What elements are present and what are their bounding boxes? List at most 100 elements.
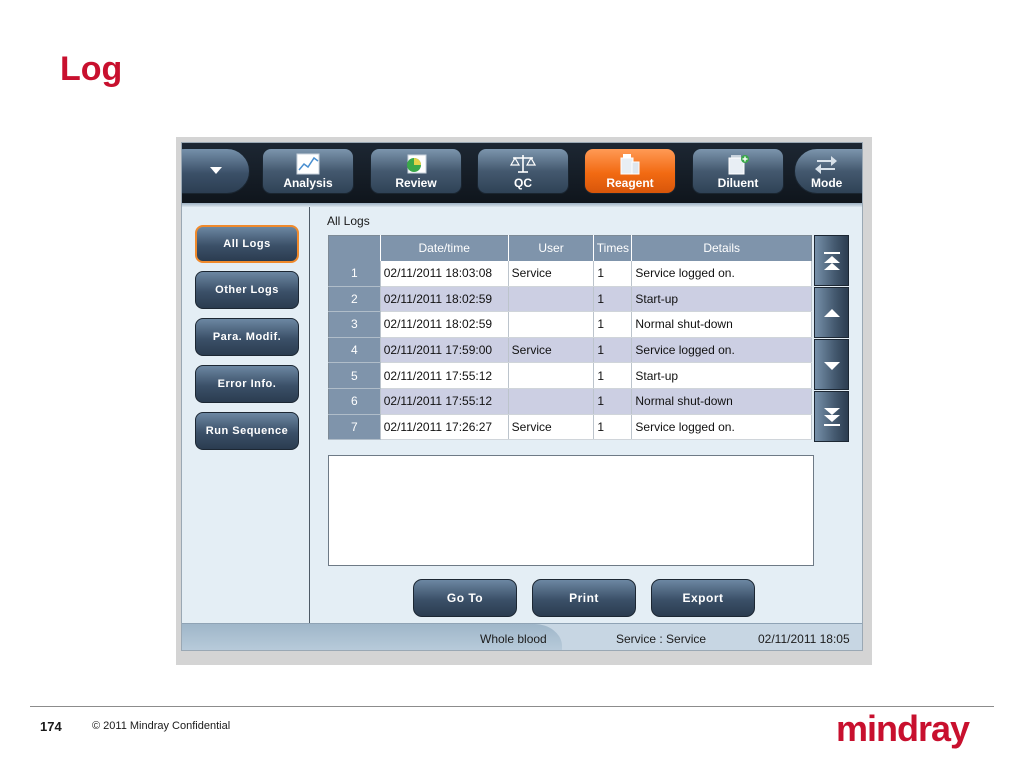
row-number: 5 bbox=[328, 362, 381, 389]
slide-title: Log bbox=[60, 50, 123, 88]
table-row[interactable]: 5 02/11/2011 17:55:12 1 Start-up bbox=[328, 362, 812, 389]
row-user: Service bbox=[508, 414, 595, 441]
scroll-last-button[interactable] bbox=[814, 391, 849, 442]
copyright-text: © 2011 Mindray Confidential bbox=[92, 720, 231, 732]
row-datetime: 02/11/2011 18:02:59 bbox=[380, 286, 509, 313]
status-mode: Whole blood bbox=[480, 632, 547, 646]
tab-diluent-label: Diluent bbox=[717, 176, 759, 190]
log-detail-panel bbox=[328, 455, 814, 566]
row-details: Service logged on. bbox=[631, 414, 812, 441]
chart-icon bbox=[296, 153, 320, 175]
row-number: 2 bbox=[328, 286, 381, 313]
row-number: 7 bbox=[328, 414, 381, 441]
status-bar: Whole blood Service : Service 02/11/2011… bbox=[182, 623, 862, 650]
sidebar-item-all-logs[interactable]: All Logs bbox=[195, 225, 299, 263]
column-header-user: User bbox=[508, 235, 595, 261]
page-down-icon bbox=[824, 362, 840, 370]
column-header-details: Details bbox=[631, 235, 812, 261]
row-details: Start-up bbox=[631, 286, 812, 313]
review-icon bbox=[407, 154, 427, 174]
reagent-icon bbox=[620, 154, 640, 175]
row-details: Normal shut-down bbox=[631, 388, 812, 415]
row-user bbox=[508, 362, 595, 389]
analyzer-screen: Analysis Review QC Reagent Diluent Mode … bbox=[181, 142, 863, 651]
row-user: Service bbox=[508, 337, 595, 364]
print-button[interactable]: Print bbox=[532, 579, 636, 617]
slide: Log Analysis Review QC Reagent Diluent M… bbox=[0, 0, 1024, 767]
tab-analysis-label: Analysis bbox=[283, 176, 333, 190]
scroll-down-button[interactable] bbox=[814, 339, 849, 390]
sidebar-item-error-info[interactable]: Error Info. bbox=[195, 365, 299, 403]
log-table: Date/time User Times Details 1 02/11/201… bbox=[328, 235, 812, 441]
row-details: Service logged on. bbox=[631, 260, 812, 287]
table-row[interactable]: 1 02/11/2011 18:03:08 Service 1 Service … bbox=[328, 260, 812, 287]
row-datetime: 02/11/2011 17:26:27 bbox=[380, 414, 509, 441]
row-details: Service logged on. bbox=[631, 337, 812, 364]
tab-review-label: Review bbox=[395, 176, 437, 190]
row-datetime: 02/11/2011 18:02:59 bbox=[380, 311, 509, 338]
row-user bbox=[508, 311, 595, 338]
table-row[interactable]: 2 02/11/2011 18:02:59 1 Start-up bbox=[328, 286, 812, 313]
tab-analysis[interactable]: Analysis bbox=[262, 148, 354, 194]
tab-reagent-label: Reagent bbox=[606, 176, 654, 190]
row-datetime: 02/11/2011 18:03:08 bbox=[380, 260, 509, 287]
table-row[interactable]: 4 02/11/2011 17:59:00 Service 1 Service … bbox=[328, 337, 812, 364]
row-times: 1 bbox=[593, 286, 633, 313]
column-header-times: Times bbox=[593, 235, 633, 261]
status-user: Service : Service bbox=[616, 632, 707, 646]
row-user bbox=[508, 286, 595, 313]
table-row[interactable]: 3 02/11/2011 18:02:59 1 Normal shut-down bbox=[328, 311, 812, 338]
row-times: 1 bbox=[593, 311, 633, 338]
table-row[interactable]: 6 02/11/2011 17:55:12 1 Normal shut-down bbox=[328, 388, 812, 415]
row-user bbox=[508, 388, 595, 415]
tab-qc[interactable]: QC bbox=[477, 148, 569, 194]
page-up-icon bbox=[824, 309, 840, 317]
row-user: Service bbox=[508, 260, 595, 287]
row-times: 1 bbox=[593, 414, 633, 441]
row-number: 4 bbox=[328, 337, 381, 364]
goto-button[interactable]: Go To bbox=[413, 579, 517, 617]
column-header-datetime: Date/time bbox=[380, 235, 509, 261]
row-times: 1 bbox=[593, 388, 633, 415]
scroll-first-button[interactable] bbox=[814, 235, 849, 286]
sidebar-item-other-logs[interactable]: Other Logs bbox=[195, 271, 299, 309]
footer-divider bbox=[30, 706, 994, 707]
row-number: 1 bbox=[328, 260, 381, 287]
menu-dropdown-button[interactable] bbox=[182, 148, 250, 194]
row-times: 1 bbox=[593, 260, 633, 287]
table-header-row: Date/time User Times Details bbox=[328, 235, 812, 261]
row-details: Start-up bbox=[631, 362, 812, 389]
diluent-icon bbox=[728, 155, 749, 175]
section-title: All Logs bbox=[327, 214, 370, 228]
table-scroll-controls bbox=[814, 235, 849, 443]
log-category-sidebar: All Logs Other Logs Para. Modif. Error I… bbox=[182, 207, 310, 623]
last-page-icon bbox=[824, 408, 840, 426]
sidebar-item-run-sequence[interactable]: Run Sequence bbox=[195, 412, 299, 450]
row-times: 1 bbox=[593, 362, 633, 389]
first-page-icon bbox=[824, 252, 840, 270]
scroll-up-button[interactable] bbox=[814, 287, 849, 338]
row-details: Normal shut-down bbox=[631, 311, 812, 338]
row-number: 6 bbox=[328, 388, 381, 415]
tab-reagent[interactable]: Reagent bbox=[584, 148, 676, 194]
tab-mode-label: Mode bbox=[811, 176, 843, 190]
row-datetime: 02/11/2011 17:55:12 bbox=[380, 362, 509, 389]
page-number: 174 bbox=[40, 719, 62, 734]
tab-mode[interactable]: Mode bbox=[794, 148, 862, 194]
export-button[interactable]: Export bbox=[651, 579, 755, 617]
tab-qc-label: QC bbox=[514, 176, 532, 190]
tab-review[interactable]: Review bbox=[370, 148, 462, 194]
row-datetime: 02/11/2011 17:55:12 bbox=[380, 388, 509, 415]
sidebar-item-para-modif[interactable]: Para. Modif. bbox=[195, 318, 299, 356]
chevron-down-icon bbox=[210, 167, 222, 174]
scale-icon bbox=[510, 155, 536, 173]
swap-arrows-icon bbox=[815, 156, 837, 174]
status-datetime: 02/11/2011 18:05 bbox=[758, 632, 850, 646]
column-header-number bbox=[328, 235, 381, 261]
table-row[interactable]: 7 02/11/2011 17:26:27 Service 1 Service … bbox=[328, 414, 812, 441]
row-number: 3 bbox=[328, 311, 381, 338]
row-times: 1 bbox=[593, 337, 633, 364]
tab-diluent[interactable]: Diluent bbox=[692, 148, 784, 194]
top-toolbar: Analysis Review QC Reagent Diluent Mode bbox=[182, 143, 862, 203]
mindray-logo: mindray bbox=[836, 708, 970, 749]
